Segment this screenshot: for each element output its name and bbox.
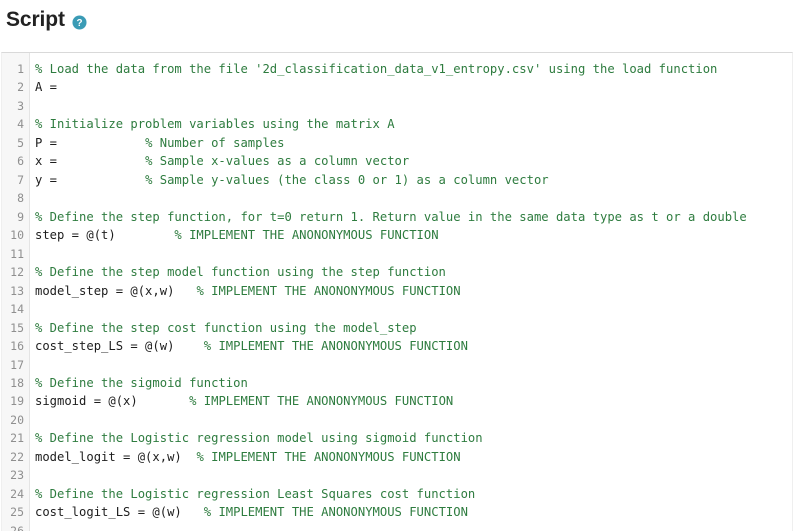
code-token: A = <box>35 80 65 95</box>
line-number: 9 <box>17 209 24 224</box>
comment-token: % IMPLEMENT THE ANONONYMOUS FUNCTION <box>174 228 439 243</box>
comment-token: % Define the sigmoid function <box>35 375 248 390</box>
code-line[interactable]: P = % Number of samples <box>35 134 792 152</box>
comment-token: % Define the step function, for t=0 retu… <box>35 209 747 224</box>
code-token: cost_logit_LS = @(w) <box>35 505 204 520</box>
line-number: 16 <box>10 339 24 354</box>
code-token: model_logit = @(x,w) <box>35 449 197 464</box>
code-token: step = @(t) <box>35 228 175 243</box>
code-line[interactable] <box>35 466 792 484</box>
comment-token: % IMPLEMENT THE ANONONYMOUS FUNCTION <box>196 449 461 464</box>
code-line[interactable]: % Define the step cost function using th… <box>35 319 792 337</box>
svg-text:?: ? <box>76 17 82 28</box>
line-number: 11 <box>10 246 24 261</box>
line-number: 4 <box>17 117 24 132</box>
code-token: P = <box>35 135 146 150</box>
line-number: 26 <box>10 523 24 531</box>
line-number: 24 <box>10 486 24 501</box>
line-number: 19 <box>10 394 24 409</box>
code-line[interactable]: x = % Sample x-values as a column vector <box>35 152 792 170</box>
comment-token: % Initialize problem variables using the… <box>35 117 395 132</box>
editor-body: 1 2 3 4 5 6 7 8 9 10 11 12 13 14 15 16 17 18 19 20 21 22 23 24 2… <box>2 53 792 531</box>
line-number: 23 <box>10 468 24 483</box>
code-line[interactable]: A = <box>35 78 792 96</box>
code-line[interactable]: step = @(t) % IMPLEMENT THE ANONONYMOUS … <box>35 226 792 244</box>
comment-token: % Define the Logistic regression Least S… <box>35 486 476 501</box>
line-number: 13 <box>10 283 24 298</box>
code-line[interactable] <box>35 411 792 429</box>
code-line[interactable]: model_logit = @(x,w) % IMPLEMENT THE ANO… <box>35 448 792 466</box>
comment-token: % Number of samples <box>145 135 285 150</box>
comment-token: % Load the data from the file '2d_classi… <box>35 62 718 76</box>
line-number: 22 <box>10 449 24 464</box>
code-line[interactable]: cost_step_LS = @(w) % IMPLEMENT THE ANON… <box>35 337 792 355</box>
line-number: 8 <box>17 191 24 206</box>
line-number: 1 <box>17 62 24 76</box>
comment-token: % Define the Logistic regression model u… <box>35 431 483 446</box>
line-number: 12 <box>10 265 24 280</box>
page-header: Script ? <box>0 0 795 34</box>
code-line[interactable]: cost_logit_LS = @(w) % IMPLEMENT THE ANO… <box>35 503 792 521</box>
line-number: 2 <box>17 80 24 95</box>
comment-token: % IMPLEMENT THE ANONONYMOUS FUNCTION <box>189 394 454 409</box>
line-number: 14 <box>10 302 24 317</box>
line-number: 7 <box>17 172 24 187</box>
code-line[interactable] <box>35 356 792 374</box>
code-line[interactable]: model_step = @(x,w) % IMPLEMENT THE ANON… <box>35 282 792 300</box>
code-token: sigmoid = @(x) <box>35 394 190 409</box>
code-line[interactable] <box>35 522 792 531</box>
code-line[interactable]: sigmoid = @(x) % IMPLEMENT THE ANONONYMO… <box>35 392 792 410</box>
comment-token: % Define the step cost function using th… <box>35 320 417 335</box>
code-line[interactable]: % Define the step model function using t… <box>35 263 792 281</box>
line-number: 17 <box>10 357 24 372</box>
line-number: 15 <box>10 320 24 335</box>
line-number: 10 <box>10 228 24 243</box>
code-token: model_step = @(x,w) <box>35 283 197 298</box>
code-line[interactable]: % Define the Logistic regression Least S… <box>35 485 792 503</box>
code-line[interactable] <box>35 245 792 263</box>
line-number: 3 <box>17 98 24 113</box>
line-number: 5 <box>17 135 24 150</box>
page-title: Script <box>6 8 65 31</box>
line-number: 25 <box>10 505 24 520</box>
code-token: y = <box>35 172 146 187</box>
line-number-gutter: 1 2 3 4 5 6 7 8 9 10 11 12 13 14 15 16 17 18 19 20 21 22 23 24 2… <box>2 53 30 531</box>
comment-token: % Sample x-values as a column vector <box>145 154 410 169</box>
comment-token: % IMPLEMENT THE ANONONYMOUS FUNCTION <box>203 505 468 520</box>
code-token: x = <box>35 154 146 169</box>
code-line[interactable]: % Define the Logistic regression model u… <box>35 429 792 447</box>
code-line[interactable]: % Load the data from the file '2d_classi… <box>35 60 792 78</box>
line-number: 18 <box>10 375 24 390</box>
line-number: 20 <box>10 412 24 427</box>
comment-token: % Define the step model function using t… <box>35 265 446 280</box>
help-circle-icon[interactable]: ? <box>72 14 87 30</box>
code-line[interactable]: % Define the step function, for t=0 retu… <box>35 208 792 226</box>
code-line[interactable]: y = % Sample y-values (the class 0 or 1)… <box>35 171 792 189</box>
comment-token: % IMPLEMENT THE ANONONYMOUS FUNCTION <box>196 283 461 298</box>
code-text-area[interactable]: % Load the data from the file '2d_classi… <box>30 53 792 531</box>
code-line[interactable]: % Define the sigmoid function <box>35 374 792 392</box>
comment-token: % IMPLEMENT THE ANONONYMOUS FUNCTION <box>203 339 468 354</box>
code-line[interactable]: % Initialize problem variables using the… <box>35 115 792 133</box>
script-editor[interactable]: 1 2 3 4 5 6 7 8 9 10 11 12 13 14 15 16 17 18 19 20 21 22 23 24 2… <box>1 52 793 531</box>
code-line[interactable] <box>35 300 792 318</box>
comment-token: % Sample y-values (the class 0 or 1) as … <box>145 172 549 187</box>
code-line[interactable] <box>35 189 792 207</box>
line-number: 21 <box>10 431 24 446</box>
line-number: 6 <box>17 154 24 169</box>
code-token: cost_step_LS = @(w) <box>35 339 204 354</box>
code-line[interactable] <box>35 97 792 115</box>
